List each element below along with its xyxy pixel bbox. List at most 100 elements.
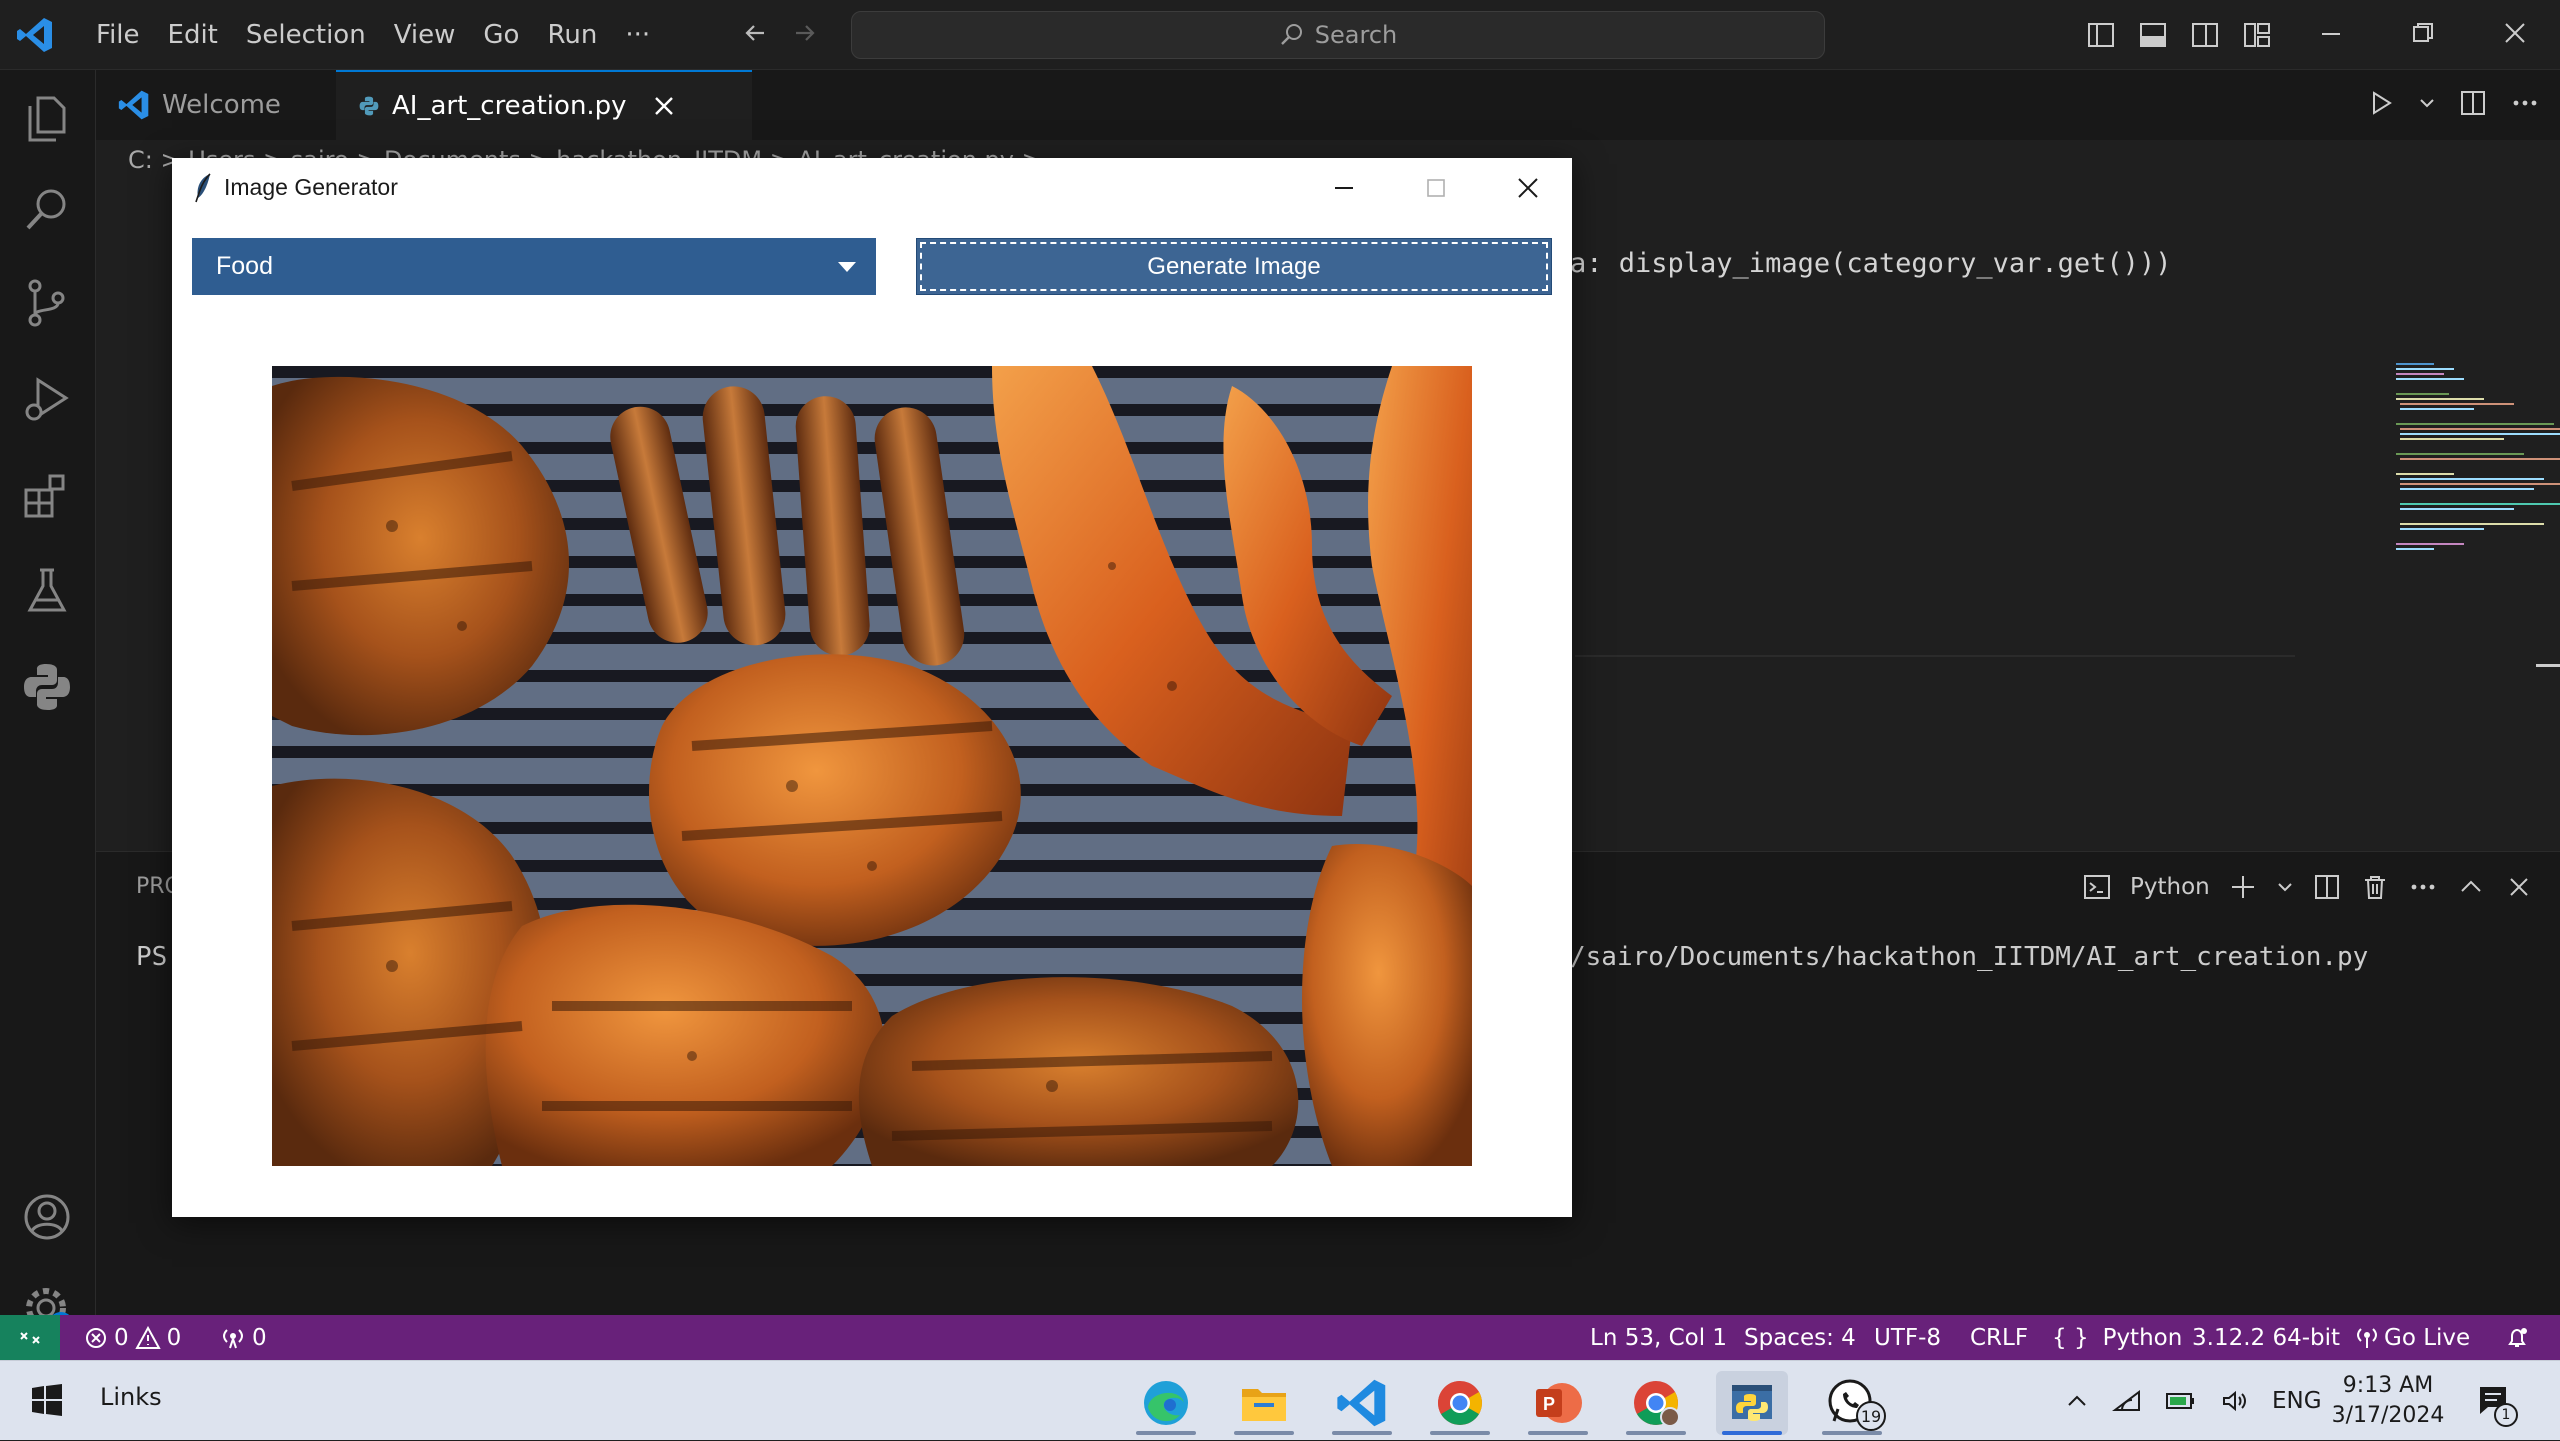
- notifications-bell-icon[interactable]: [2504, 1315, 2530, 1360]
- python-extension-icon[interactable]: [20, 660, 74, 714]
- accounts-icon[interactable]: [20, 1190, 74, 1244]
- scrollbar-thumb[interactable]: [2536, 664, 2560, 667]
- go-live-button[interactable]: Go Live: [2356, 1315, 2470, 1360]
- links-toolbar[interactable]: Links: [100, 1383, 162, 1411]
- problems-status[interactable]: 0 0: [84, 1315, 181, 1360]
- show-hidden-icons-chevron-up-icon[interactable]: [2064, 1388, 2090, 1414]
- close-panel-icon[interactable]: [2504, 872, 2534, 902]
- toggle-primary-sidebar-icon[interactable]: [2086, 20, 2116, 50]
- running-indicator: [1626, 1431, 1686, 1435]
- menu-more[interactable]: ···: [611, 20, 664, 50]
- window-title-bar[interactable]: Image Generator: [172, 158, 1572, 218]
- terminal-label[interactable]: Python: [2130, 874, 2210, 900]
- terminal-path: /sairo/Documents/hackathon_IITDM/AI_art_…: [1570, 942, 2369, 972]
- tab-welcome[interactable]: Welcome: [96, 70, 336, 140]
- warning-icon: [134, 1325, 161, 1349]
- menu-view[interactable]: View: [380, 20, 470, 50]
- chrome-icon[interactable]: [1424, 1371, 1496, 1435]
- input-language[interactable]: ENG: [2272, 1388, 2322, 1414]
- windows-start-icon[interactable]: [30, 1383, 64, 1417]
- search-icon[interactable]: [20, 182, 74, 236]
- dropdown-arrow-icon: [838, 262, 856, 272]
- notification-center-icon[interactable]: 1: [2476, 1383, 2518, 1427]
- maximize-icon[interactable]: [1422, 174, 1450, 202]
- split-terminal-icon[interactable]: [2312, 872, 2342, 902]
- generate-image-button[interactable]: Generate Image: [916, 238, 1552, 295]
- split-editor-icon[interactable]: [2458, 88, 2488, 118]
- run-python-file-icon[interactable]: [2366, 88, 2396, 118]
- vscode-icon[interactable]: [1326, 1371, 1398, 1435]
- edge-icon[interactable]: [1130, 1371, 1202, 1435]
- toggle-panel-icon[interactable]: [2138, 20, 2168, 50]
- chevron-down-icon[interactable]: [2276, 878, 2294, 896]
- go-live-label: Go Live: [2384, 1324, 2471, 1351]
- chrome-profile-icon[interactable]: [1620, 1371, 1692, 1435]
- chevron-down-icon[interactable]: [2418, 94, 2436, 112]
- notification-badge: 1: [2494, 1403, 2518, 1427]
- activity-bar: 1: [0, 70, 96, 1338]
- language-label: Python: [2102, 1324, 2183, 1351]
- menu-selection[interactable]: Selection: [232, 20, 380, 50]
- running-indicator: [1822, 1431, 1882, 1435]
- source-control-icon[interactable]: [20, 276, 74, 330]
- forward-arrow-icon[interactable]: [790, 18, 820, 48]
- vscode-logo-icon: [16, 16, 54, 54]
- testing-icon[interactable]: [20, 564, 74, 618]
- error-count: 0: [114, 1324, 129, 1351]
- new-terminal-plus-icon[interactable]: [2228, 872, 2258, 902]
- run-debug-icon[interactable]: [20, 372, 74, 426]
- close-window-icon[interactable]: [2500, 18, 2530, 48]
- powerpoint-icon[interactable]: P: [1522, 1371, 1594, 1435]
- close-icon[interactable]: [1514, 174, 1542, 202]
- menu-run[interactable]: Run: [533, 20, 611, 50]
- menu-file[interactable]: File: [82, 20, 154, 50]
- file-explorer-icon[interactable]: [1228, 1371, 1300, 1435]
- code-line: a: display_image(category_var.get())): [1570, 248, 2172, 279]
- ports-count: 0: [252, 1324, 267, 1351]
- volume-icon[interactable]: [2220, 1388, 2250, 1414]
- python-interpreter[interactable]: 3.12.2 64-bit: [2192, 1315, 2340, 1360]
- menu-go[interactable]: Go: [469, 20, 533, 50]
- battery-charging-icon[interactable]: [2164, 1388, 2198, 1414]
- close-tab-icon[interactable]: [653, 95, 675, 117]
- command-center-search[interactable]: Search: [851, 11, 1825, 59]
- eol-status[interactable]: CRLF: [1970, 1315, 2028, 1360]
- window-title: Image Generator: [224, 174, 398, 200]
- vscode-icon: [118, 90, 149, 120]
- remote-indicator[interactable]: [0, 1315, 60, 1360]
- running-indicator: [1136, 1431, 1196, 1435]
- category-dropdown[interactable]: Food: [192, 238, 876, 295]
- running-indicator: [1528, 1431, 1588, 1435]
- current-line-highlight: [1575, 655, 2295, 657]
- indentation-status[interactable]: Spaces: 4: [1744, 1315, 1856, 1360]
- more-actions-icon[interactable]: [2510, 88, 2540, 118]
- python-icon[interactable]: [1716, 1371, 1788, 1435]
- language-mode[interactable]: { } Python: [2052, 1315, 2182, 1360]
- explorer-icon[interactable]: [20, 92, 74, 146]
- minimize-icon[interactable]: [1330, 174, 1358, 202]
- customize-layout-icon[interactable]: [2242, 20, 2272, 50]
- wifi-icon[interactable]: [2112, 1388, 2142, 1414]
- title-bar: File Edit Selection View Go Run ··· Sear…: [0, 0, 2560, 70]
- toggle-secondary-sidebar-icon[interactable]: [2190, 20, 2220, 50]
- back-arrow-icon[interactable]: [740, 18, 770, 48]
- cursor-position[interactable]: Ln 53, Col 1: [1590, 1315, 1727, 1360]
- restore-window-icon[interactable]: [2408, 18, 2438, 48]
- extensions-icon[interactable]: [20, 468, 74, 522]
- tab-label: Welcome: [162, 90, 281, 120]
- trash-icon[interactable]: [2360, 872, 2390, 902]
- ports-status[interactable]: 0: [220, 1315, 267, 1360]
- more-actions-icon[interactable]: [2408, 872, 2438, 902]
- menu-edit[interactable]: Edit: [154, 20, 232, 50]
- minimap[interactable]: [2394, 360, 2560, 580]
- encoding-status[interactable]: UTF-8: [1874, 1315, 1941, 1360]
- taskbar-clock[interactable]: 9:13 AM 3/17/2024: [2318, 1371, 2458, 1431]
- search-placeholder: Search: [1314, 21, 1398, 49]
- category-selected: Food: [216, 252, 273, 280]
- tab-ai-art-creation[interactable]: AI_art_creation.py: [336, 70, 752, 140]
- tab-label: AI_art_creation.py: [392, 91, 627, 121]
- menu-bar: File Edit Selection View Go Run ···: [82, 0, 664, 70]
- minimize-window-icon[interactable]: [2316, 18, 2346, 48]
- maximize-panel-chevron-up-icon[interactable]: [2456, 872, 2486, 902]
- whatsapp-icon[interactable]: 19: [1816, 1371, 1888, 1435]
